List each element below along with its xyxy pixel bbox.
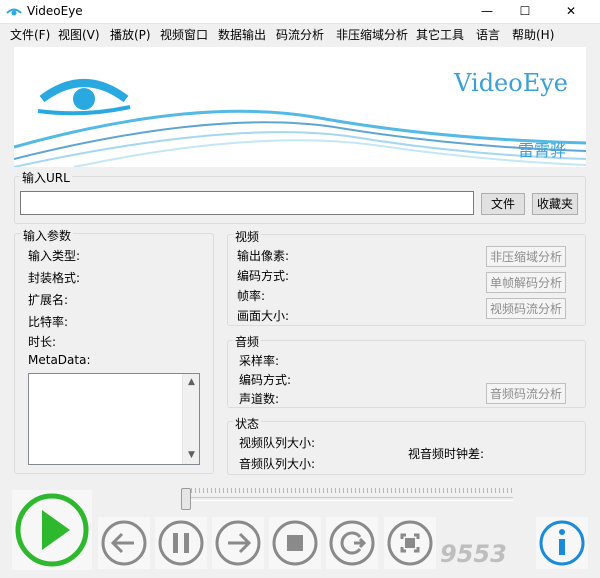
menu-other-tools[interactable]: 其它工具 [416, 26, 464, 43]
next-button[interactable] [212, 517, 264, 569]
favorites-button[interactable]: 收藏夹 [532, 193, 578, 215]
slider-ticks [183, 488, 513, 493]
menu-video-window[interactable]: 视频窗口 [160, 26, 208, 43]
menu-data-output[interactable]: 数据输出 [218, 26, 266, 43]
menu-uncompressed-analysis[interactable]: 非压缩域分析 [336, 26, 408, 43]
url-group-label: 输入URL [20, 169, 72, 186]
banner: VideoEye 雷霄骅 [14, 47, 586, 167]
metadata-textarea[interactable]: ▲ ▼ [28, 373, 200, 465]
fullscreen-button[interactable] [384, 517, 436, 569]
progress-slider[interactable] [183, 497, 513, 501]
input-params-label: 输入参数 [21, 227, 74, 244]
menu-view[interactable]: 视图(V) [58, 26, 100, 43]
audio-stream-analysis-button[interactable]: 音频码流分析 [486, 383, 566, 404]
video-queue-label: 视频队列大小: [239, 436, 316, 450]
audio-group-label: 音频 [233, 333, 262, 350]
brand-name: VideoEye [454, 69, 568, 97]
minimize-button[interactable]: — [470, 0, 504, 22]
audio-codec-label: 编码方式: [239, 373, 292, 387]
extension-label: 扩展名: [28, 293, 69, 307]
play-icon [15, 493, 89, 567]
fullscreen-icon [387, 520, 433, 566]
previous-icon [101, 520, 147, 566]
channels-label: 声道数: [239, 392, 280, 406]
metadata-scrollbar[interactable]: ▲ ▼ [182, 374, 199, 464]
input-type-label: 输入类型: [28, 249, 81, 263]
refresh-icon [329, 520, 375, 566]
title-bar: VideoEye — ☐ ✕ [0, 0, 600, 24]
video-group-label: 视频 [233, 228, 262, 245]
scroll-down-arrow-icon[interactable]: ▼ [183, 447, 200, 464]
menu-stream-analysis[interactable]: 码流分析 [276, 26, 324, 43]
metadata-label: MetaData: [28, 353, 91, 367]
maximize-button[interactable]: ☐ [508, 0, 542, 22]
watermark: 9553 [440, 540, 507, 568]
video-stream-analysis-button[interactable]: 视频码流分析 [486, 298, 566, 319]
container-format-label: 封装格式: [28, 271, 81, 285]
menu-file[interactable]: 文件(F) [10, 26, 50, 43]
single-frame-decode-button[interactable]: 单帧解码分析 [486, 272, 566, 293]
author-name: 雷霄骅 [517, 141, 566, 160]
menu-help[interactable]: 帮助(H) [512, 26, 554, 43]
app-eye-icon [6, 8, 22, 16]
info-icon [539, 520, 585, 566]
av-clock-diff-label: 视音频时钟差: [408, 447, 485, 461]
file-button[interactable]: 文件 [481, 193, 525, 215]
close-button[interactable]: ✕ [548, 0, 594, 22]
status-group-label: 状态 [233, 415, 262, 432]
slider-thumb[interactable] [181, 488, 191, 510]
pause-icon [158, 520, 204, 566]
eye-pupil-shape [73, 88, 95, 110]
next-icon [215, 520, 261, 566]
menu-play[interactable]: 播放(P) [110, 26, 151, 43]
window-title: VideoEye [27, 4, 83, 18]
output-pixel-label: 输出像素: [237, 249, 290, 263]
sample-rate-label: 采样率: [239, 354, 280, 368]
video-codec-label: 编码方式: [237, 269, 290, 283]
play-button[interactable] [12, 490, 92, 570]
audio-queue-label: 音频队列大小: [239, 457, 316, 471]
pause-button[interactable] [155, 517, 207, 569]
banner-logo-graphic [14, 79, 586, 167]
previous-button[interactable] [98, 517, 150, 569]
info-button[interactable] [536, 517, 588, 569]
menu-language[interactable]: 语言 [476, 26, 500, 43]
frame-size-label: 画面大小: [237, 309, 290, 323]
refresh-button[interactable] [326, 517, 378, 569]
url-input[interactable] [20, 191, 474, 215]
scroll-up-arrow-icon[interactable]: ▲ [183, 374, 200, 391]
duration-label: 时长: [28, 335, 57, 349]
bitrate-label: 比特率: [28, 315, 69, 329]
uncompressed-analysis-button[interactable]: 非压缩域分析 [486, 246, 566, 267]
menu-bar: 文件(F) 视图(V) 播放(P) 视频窗口 数据输出 码流分析 非压缩域分析 … [0, 24, 600, 44]
frame-rate-label: 帧率: [237, 289, 266, 303]
stop-icon [272, 520, 318, 566]
stop-button[interactable] [269, 517, 321, 569]
